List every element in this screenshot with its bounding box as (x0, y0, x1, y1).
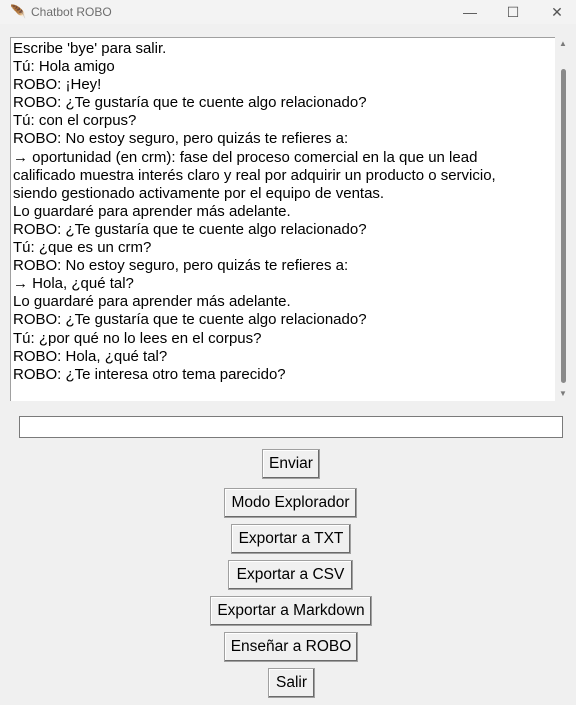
export-markdown-button[interactable]: Exportar a Markdown (210, 596, 372, 626)
chat-line: ROBO: ¡Hey! (13, 76, 102, 94)
chat-line: → Hola, ¿qué tal? (13, 275, 134, 293)
send-button[interactable]: Enviar (262, 449, 320, 479)
title-bar: 🪶 Chatbot ROBO — ☐ ✕ (0, 0, 576, 24)
export-txt-button[interactable]: Exportar a TXT (231, 524, 351, 554)
chat-line: Lo guardaré para aprender más adelante. (13, 202, 291, 220)
chat-line: ROBO: ¿Te gustaría que te cuente algo re… (13, 311, 367, 329)
chat-line: ROBO: No estoy seguro, pero quizás te re… (13, 257, 349, 275)
chat-line: Tú: ¿por qué no lo lees en el corpus? (13, 329, 262, 347)
chat-line: Tú: Hola amigo (13, 58, 115, 76)
chat-line: Tú: ¿que es un crm? (13, 239, 152, 257)
scroll-thumb[interactable] (561, 69, 566, 383)
scroll-up-icon[interactable]: ▲ (556, 37, 570, 51)
chat-line: ROBO: ¿Te gustaría que te cuente algo re… (13, 94, 367, 112)
chat-line: ROBO: ¿Te gustaría que te cuente algo re… (13, 220, 367, 238)
chat-line: Escribe 'bye' para salir. (13, 40, 167, 57)
minimize-button[interactable]: — (447, 0, 493, 24)
chat-scrollbar[interactable]: ▲ ▼ (556, 37, 570, 401)
chat-line: → oportunidad (en crm): fase del proceso… (13, 148, 478, 166)
chat-line: Lo guardaré para aprender más adelante. (13, 293, 291, 311)
chat-line: siendo gestionado activamente por el equ… (13, 184, 385, 202)
export-csv-button[interactable]: Exportar a CSV (228, 560, 353, 590)
chat-line: ROBO: ¿Te interesa otro tema parecido? (13, 365, 286, 383)
chat-line: ROBO: Hola, ¿qué tal? (13, 347, 168, 365)
explorer-mode-button[interactable]: Modo Explorador (224, 488, 357, 518)
chat-history[interactable]: Escribe 'bye' para salir. Tú: Hola amigo R… (10, 37, 555, 401)
close-button[interactable]: ✕ (534, 0, 576, 24)
maximize-button[interactable]: ☐ (490, 0, 536, 24)
scroll-down-icon[interactable]: ▼ (556, 387, 570, 401)
window-title: Chatbot ROBO (31, 5, 112, 19)
chat-line: calificado muestra interés claro y real … (13, 166, 496, 184)
message-input[interactable] (19, 416, 563, 438)
chat-line: Tú: con el corpus? (13, 112, 137, 130)
exit-button[interactable]: Salir (268, 668, 315, 698)
chat-line: ROBO: No estoy seguro, pero quizás te re… (13, 130, 349, 148)
feather-icon: 🪶 (10, 4, 27, 19)
chat-text: Escribe 'bye' para salir. Tú: Hola amigo R… (13, 40, 553, 384)
teach-robo-button[interactable]: Enseñar a ROBO (224, 632, 358, 662)
